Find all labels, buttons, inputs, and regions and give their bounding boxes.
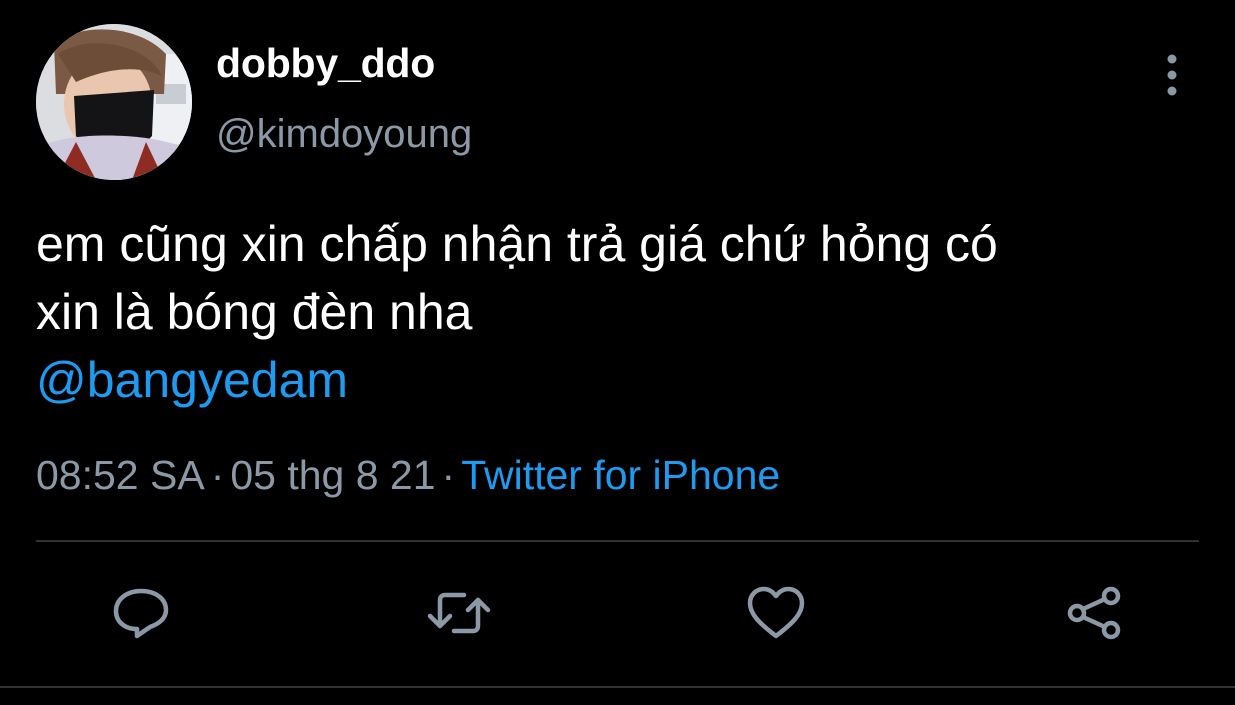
like-button[interactable]: [741, 578, 811, 648]
meta-separator: ·: [210, 452, 225, 498]
vertical-dots-icon: [1167, 54, 1177, 96]
divider: [36, 540, 1199, 542]
tweet-source-link[interactable]: Twitter for iPhone: [461, 452, 780, 498]
more-options-button[interactable]: [1150, 50, 1194, 100]
retweet-icon: [427, 592, 491, 634]
speech-bubble-icon: [113, 588, 169, 639]
tweet-meta: 08:52 SA · 05 thg 8 21 · Twitter for iPhone: [36, 452, 780, 499]
mention-link[interactable]: @bangyedam: [36, 346, 1206, 414]
tweet-text-line: xin là bóng đèn nha: [36, 284, 473, 340]
tweet-text-line: em cũng xin chấp nhận trả giá chứ hỏng c…: [36, 216, 998, 272]
tweet-date: 05 thg 8 21: [230, 452, 436, 498]
avatar[interactable]: [36, 24, 192, 180]
tweet-text: em cũng xin chấp nhận trả giá chứ hỏng c…: [36, 210, 1206, 414]
author-handle[interactable]: @kimdoyoung: [216, 112, 472, 157]
retweet-button[interactable]: [424, 578, 494, 648]
profile-photo-icon: [36, 24, 192, 180]
divider: [0, 686, 1235, 688]
share-button[interactable]: [1059, 578, 1129, 648]
author-display-name[interactable]: dobby_ddo: [216, 40, 435, 87]
heart-icon: [747, 586, 805, 639]
tweet-detail: dobby_ddo @kimdoyoung em cũng xin chấp n…: [0, 0, 1235, 705]
share-icon: [1067, 586, 1121, 640]
meta-separator: ·: [441, 452, 456, 498]
tweet-time: 08:52 SA: [36, 452, 205, 498]
reply-button[interactable]: [106, 578, 176, 648]
